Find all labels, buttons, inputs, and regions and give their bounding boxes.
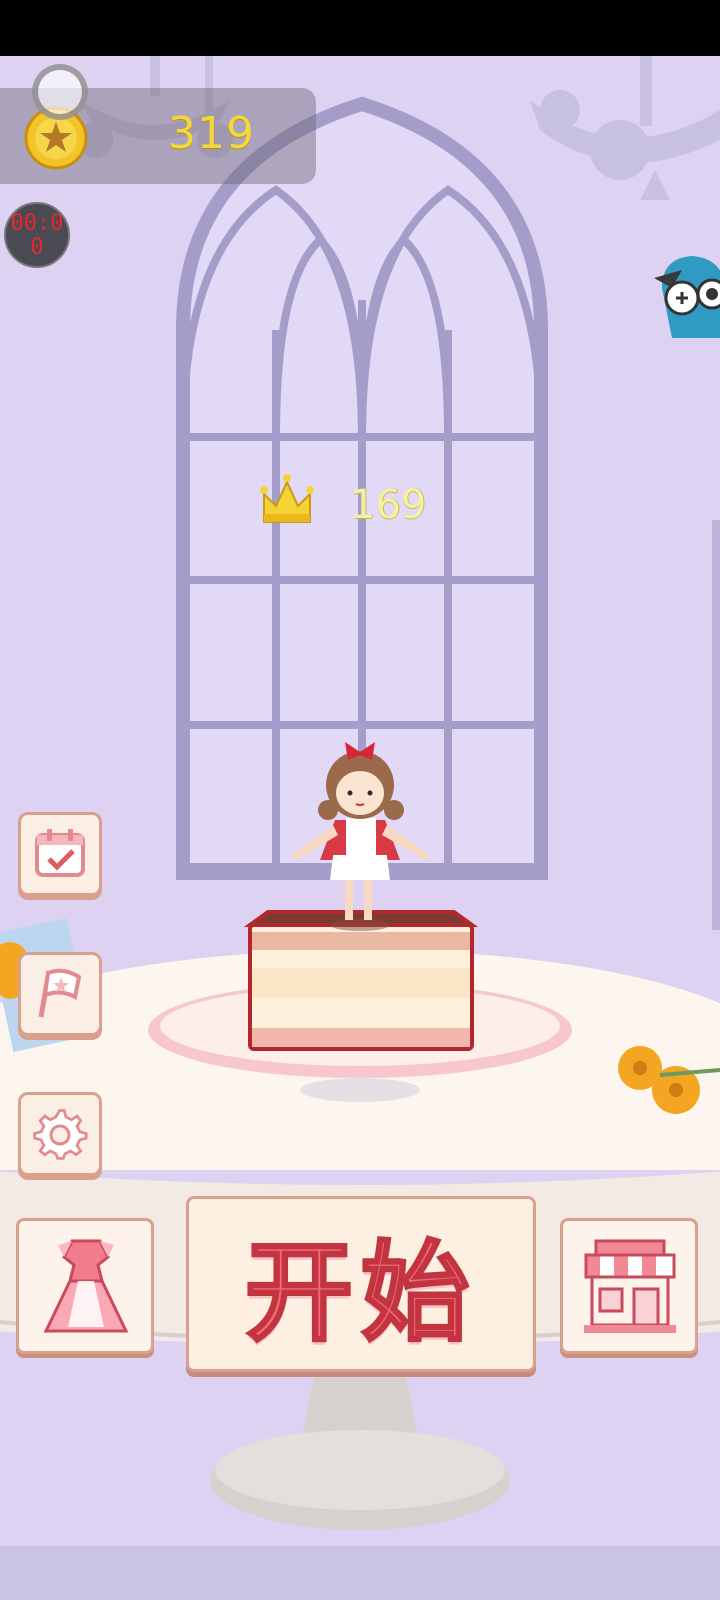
start-button-label: 开始	[243, 1230, 477, 1358]
best-score: 169	[350, 482, 427, 528]
system-nav-bar	[0, 1546, 720, 1600]
settings-button[interactable]	[18, 1092, 102, 1176]
touch-indicator	[32, 64, 88, 120]
owl-mascot-icon[interactable]	[652, 248, 720, 348]
crown-icon	[260, 474, 314, 523]
level-flag-button[interactable]	[18, 952, 102, 1036]
gear-icon	[33, 1109, 88, 1160]
coin-count: 319	[168, 108, 255, 159]
status-bar	[0, 0, 720, 56]
timer-badge: 00:00	[4, 202, 70, 268]
dress-icon	[43, 1239, 129, 1333]
start-button[interactable]: 开始	[186, 1196, 536, 1372]
flag-icon	[38, 968, 82, 1018]
daily-checkin-button[interactable]	[18, 812, 102, 896]
shop-icon	[584, 1239, 676, 1333]
wardrobe-button[interactable]	[16, 1218, 154, 1354]
calendar-check-icon	[35, 829, 85, 877]
shop-button[interactable]	[560, 1218, 698, 1354]
